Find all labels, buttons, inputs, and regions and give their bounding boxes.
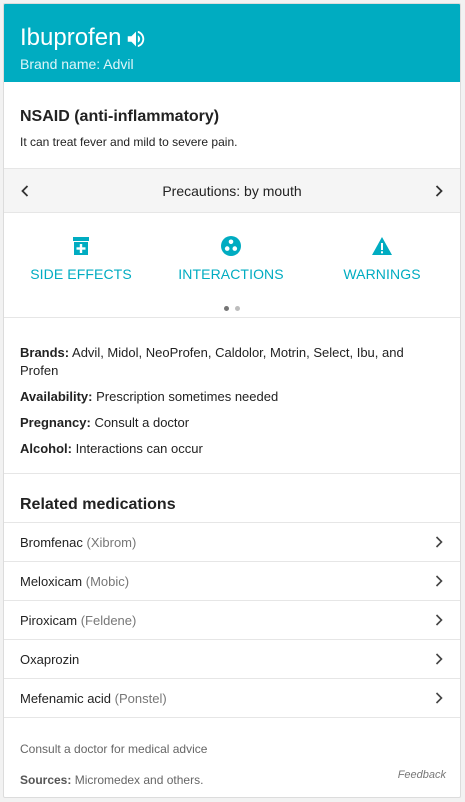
related-item-brand: (Xibrom) <box>86 534 137 550</box>
related-title: Related medications <box>20 496 176 513</box>
warning-icon <box>372 237 392 255</box>
chevron-right-icon <box>435 692 443 704</box>
related-item-text: Mefenamic acid (Ponstel) <box>20 691 167 706</box>
related-item-text: Meloxicam (Mobic) <box>20 574 129 589</box>
interactions-icon <box>221 236 241 256</box>
drug-title: Ibuprofen <box>20 24 122 51</box>
pill-bottle-plus-icon <box>73 237 89 255</box>
fact-brands-label: Brands: <box>20 345 70 360</box>
fact-availability: Availability: Prescription sometimes nee… <box>20 388 444 406</box>
related-item-text: Oxaprozin <box>20 652 79 667</box>
chevron-right-icon <box>435 614 443 626</box>
drug-class-section: NSAID (anti-inflammatory) It can treat f… <box>4 82 460 168</box>
card-footer: Consult a doctor for medical advice Sour… <box>4 717 460 797</box>
fact-brands: Brands: Advil, Midol, NeoProfen, Caldolo… <box>20 344 444 380</box>
related-item-name: Piroxicam <box>20 612 78 628</box>
fact-availability-value: Prescription sometimes needed <box>96 389 279 404</box>
pager-title: Precautions: by mouth <box>162 182 302 199</box>
related-item-brand: (Mobic) <box>85 573 130 589</box>
fact-pregnancy: Pregnancy: Consult a doctor <box>20 414 444 432</box>
related-item-text: Bromfenac (Xibrom) <box>20 535 136 550</box>
warnings-button[interactable]: WARNINGS <box>307 235 457 282</box>
precautions-pager: Precautions: by mouth <box>4 168 460 213</box>
interactions-label: INTERACTIONS <box>178 266 284 282</box>
title-row: Ibuprofen <box>20 24 444 52</box>
side-effects-label: SIDE EFFECTS <box>30 266 132 282</box>
sources-value: Micromedex and others. <box>74 773 204 787</box>
feedback-link[interactable]: Feedback <box>398 769 446 781</box>
precaution-tiles: SIDE EFFECTS INTERACTIONS WARNINGS <box>4 213 460 317</box>
card-header: Ibuprofen Brand name: Advil <box>4 4 460 82</box>
related-item-piroxicam[interactable]: Piroxicam (Feldene) <box>4 600 460 639</box>
warnings-label: WARNINGS <box>343 266 421 282</box>
related-item-brand: (Feldene) <box>80 612 137 628</box>
fact-alcohol-value: Interactions can occur <box>75 441 203 456</box>
sources-line: Sources: Micromedex and others. <box>20 773 444 787</box>
side-effects-button[interactable]: SIDE EFFECTS <box>6 235 156 282</box>
fact-availability-label: Availability: <box>20 389 93 404</box>
related-item-name: Mefenamic acid <box>20 690 112 706</box>
drug-knowledge-card: Ibuprofen Brand name: Advil NSAID (anti-… <box>3 3 461 798</box>
related-item-name: Meloxicam <box>20 573 83 589</box>
fact-pregnancy-label: Pregnancy: <box>20 415 91 430</box>
sources-label: Sources: <box>20 773 72 787</box>
related-item-name: Oxaprozin <box>20 651 80 667</box>
related-item-name: Bromfenac <box>20 534 83 550</box>
drug-class-title: NSAID (anti-inflammatory) <box>20 108 220 125</box>
related-item-brand: (Ponstel) <box>114 690 167 706</box>
chevron-right-icon <box>435 536 443 548</box>
brand-name: Brand name: Advil <box>20 56 134 72</box>
chevron-right-icon <box>435 653 443 665</box>
speaker-icon[interactable] <box>125 28 147 50</box>
related-item-oxaprozin[interactable]: Oxaprozin <box>4 639 460 678</box>
related-medications: Related medications Bromfenac (Xibrom) M… <box>4 473 460 717</box>
page-indicator <box>4 298 460 316</box>
drug-class-description: It can treat fever and mild to severe pa… <box>20 135 238 149</box>
fact-alcohol: Alcohol: Interactions can occur <box>20 440 444 458</box>
drug-facts: Brands: Advil, Midol, NeoProfen, Caldolo… <box>4 317 460 473</box>
related-item-mefenamic-acid[interactable]: Mefenamic acid (Ponstel) <box>4 678 460 717</box>
chevron-left-icon[interactable] <box>18 184 32 198</box>
chevron-right-icon[interactable] <box>432 184 446 198</box>
related-item-meloxicam[interactable]: Meloxicam (Mobic) <box>4 561 460 600</box>
chevron-right-icon <box>435 575 443 587</box>
page-dot-active[interactable] <box>223 306 229 311</box>
related-item-text: Piroxicam (Feldene) <box>20 613 136 628</box>
related-item-bromfenac[interactable]: Bromfenac (Xibrom) <box>4 522 460 561</box>
fact-brands-value: Advil, Midol, NeoProfen, Caldolor, Motri… <box>20 345 404 378</box>
fact-alcohol-label: Alcohol: <box>20 441 72 456</box>
medical-advice-note: Consult a doctor for medical advice <box>20 742 208 756</box>
fact-pregnancy-value: Consult a doctor <box>94 415 190 430</box>
page-dot[interactable] <box>235 306 241 311</box>
interactions-button[interactable]: INTERACTIONS <box>156 235 306 282</box>
